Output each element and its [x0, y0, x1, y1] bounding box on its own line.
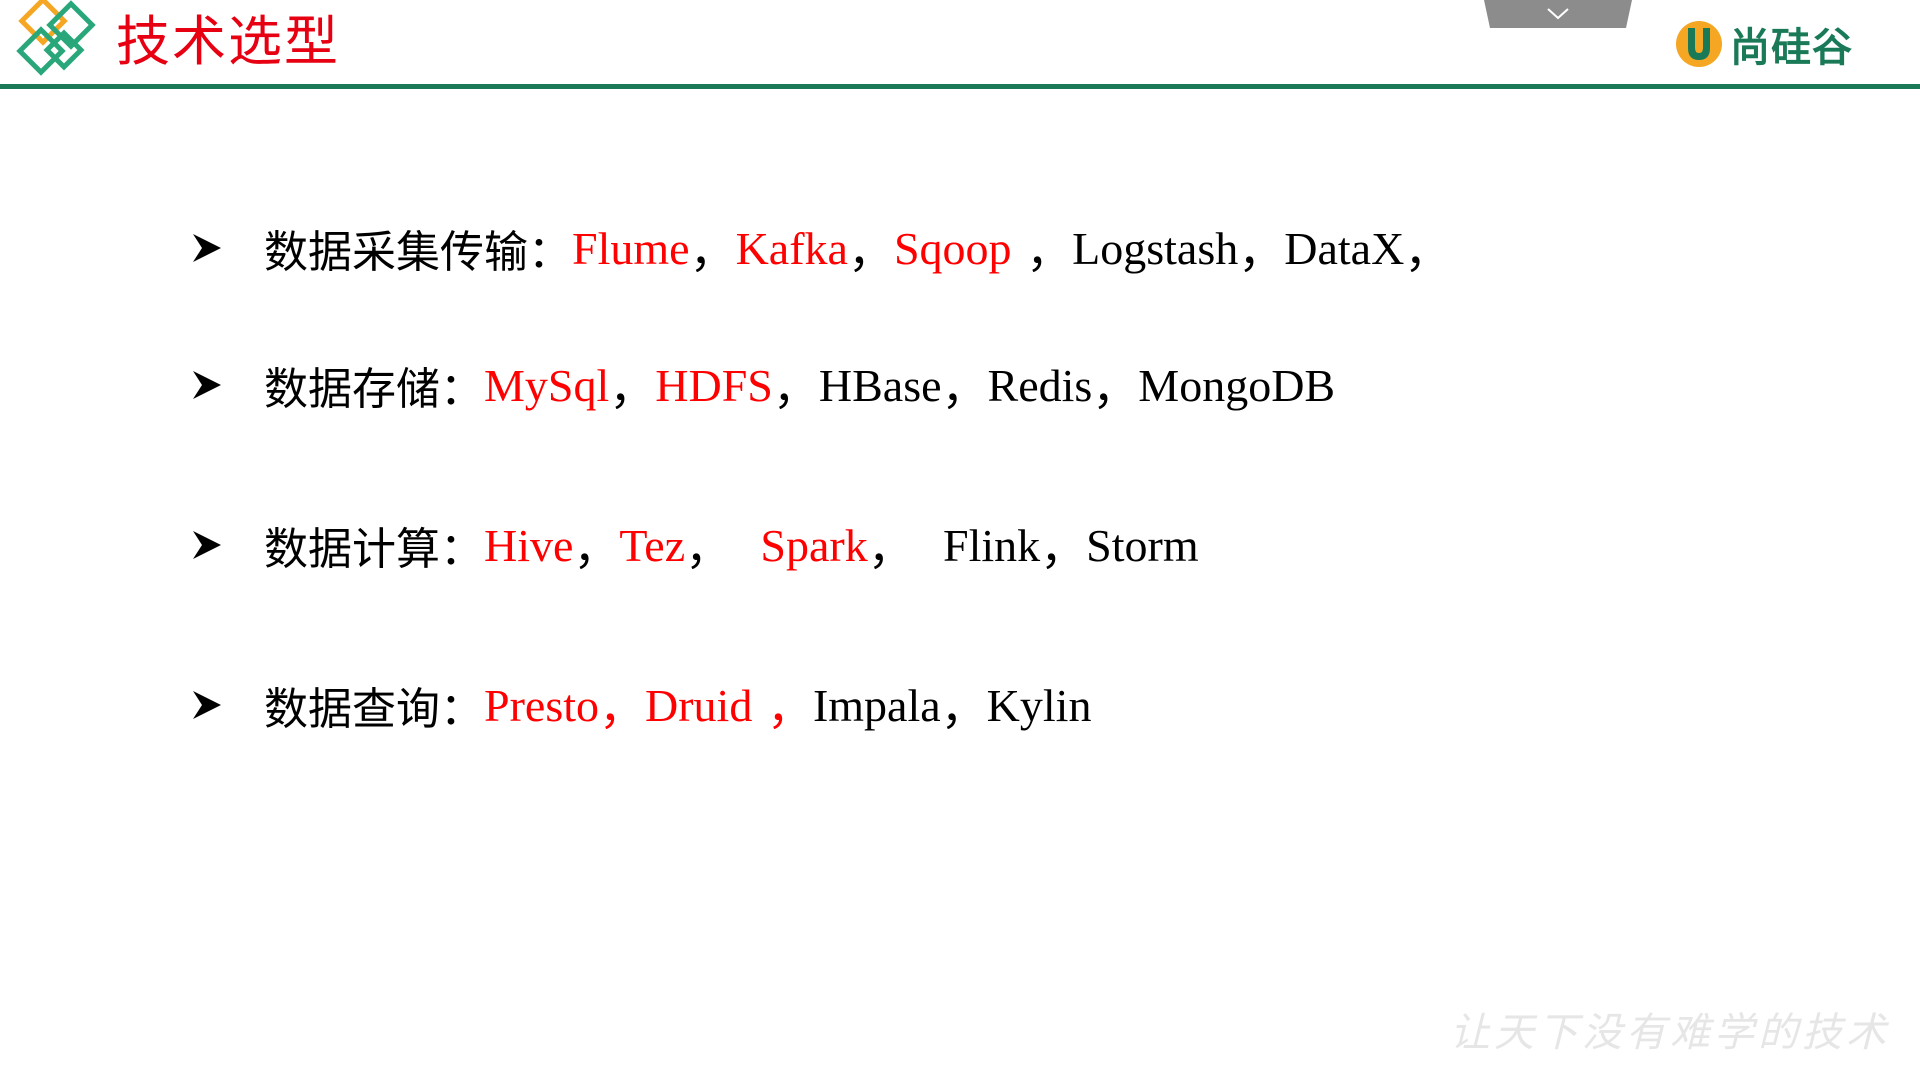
bullet-item: 数据存储： MySql， HDFS， HBase， Redis， MongoDB: [190, 352, 1335, 418]
separator: ，: [1238, 224, 1285, 278]
arrow-bullet-icon: [193, 234, 221, 262]
tech-item: Kylin: [986, 679, 1092, 731]
separator: ，: [772, 361, 819, 415]
separator: ，: [689, 224, 736, 278]
bullet-label: 数据存储：: [264, 364, 484, 415]
arrow-bullet-icon: [193, 531, 221, 559]
separator: ，: [609, 361, 656, 415]
separator: ，: [941, 361, 988, 415]
motto-watermark: 让天下没有难学的技术: [1450, 1010, 1890, 1056]
separator: ，: [752, 681, 813, 735]
tech-item: HBase: [818, 359, 942, 411]
separator: ，: [1404, 224, 1451, 278]
arrow-bullet-icon: [193, 371, 221, 399]
separator: ，: [685, 521, 761, 575]
tech-item: Redis: [987, 359, 1093, 411]
separator: ，: [1040, 521, 1087, 575]
tech-item: Druid: [645, 679, 753, 731]
tech-item: Storm: [1086, 519, 1199, 571]
separator: ，: [573, 521, 620, 575]
arrow-bullet-icon: [193, 691, 221, 719]
header-divider: [0, 84, 1920, 89]
bullet-item: 数据计算： Hive， Tez， Spark， Flink， Storm: [190, 512, 1199, 578]
brand-name: 尚硅谷: [1730, 25, 1853, 71]
slide: 技术选型 尚硅谷 数据采集传输： Flume， Kafka， Sqoop ， Logst…: [0, 0, 1920, 1080]
separator: ，: [867, 521, 943, 575]
tech-item: Impala: [812, 679, 941, 731]
tech-item: HDFS: [655, 359, 773, 411]
separator: ，: [847, 224, 894, 278]
tech-item: Spark: [760, 519, 868, 571]
tech-item: Sqoop: [893, 222, 1012, 274]
brand-logo: 尚硅谷: [1674, 14, 1853, 74]
tech-item: MongoDB: [1138, 359, 1336, 411]
tech-item: Presto: [484, 679, 599, 731]
tech-item: Tez: [619, 519, 686, 571]
separator: ，: [1011, 224, 1073, 278]
collapse-tab-button[interactable]: [1484, 0, 1632, 28]
bullet-label: 数据计算：: [264, 524, 484, 575]
bullet-item: 数据采集传输： Flume， Kafka， Sqoop ， Logstash， DataX…: [190, 215, 1450, 281]
separator: ，: [940, 681, 987, 735]
tech-item: Hive: [484, 519, 574, 571]
tech-item: Logstash: [1072, 222, 1239, 274]
separator: ，: [599, 681, 645, 735]
bullet-label: 数据采集传输：: [264, 227, 572, 278]
tech-item: Flume: [572, 222, 690, 274]
brand-u-icon: [1676, 21, 1722, 67]
bullet-label: 数据查询：: [264, 684, 484, 735]
tech-item: Flink: [942, 519, 1041, 571]
tech-item: DataX: [1284, 222, 1405, 274]
diamond-logo-icon: [16, 0, 96, 76]
bullet-item: 数据查询： Presto， Druid ， Impala， Kylin: [190, 672, 1091, 738]
page-title: 技术选型: [116, 10, 340, 73]
tech-item: MySql: [484, 359, 610, 411]
tech-item: Kafka: [735, 222, 848, 274]
separator: ，: [1092, 361, 1139, 415]
